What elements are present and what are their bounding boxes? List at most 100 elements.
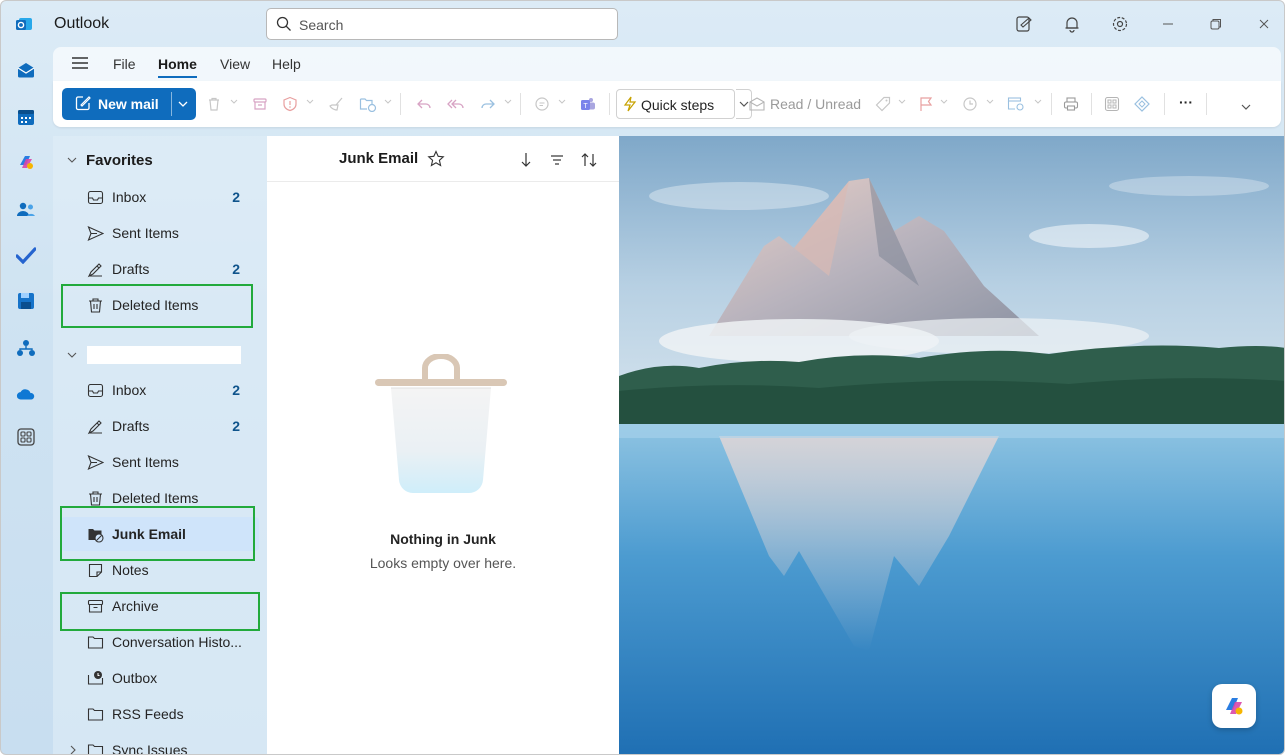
folder-pane: Favorites Inbox 2 Sent Items Drafts 2 De… [53,136,267,754]
chevron-down-icon[interactable] [940,98,948,106]
teams-icon[interactable]: T [578,94,598,114]
svg-text:T: T [583,103,588,110]
hamburger-menu-icon[interactable] [71,56,89,70]
onedrive-app-icon[interactable] [16,384,36,404]
drafts-icon [87,263,102,278]
rules-icon[interactable] [1006,94,1026,114]
new-mail-label: New mail [98,96,159,112]
mail-app-icon[interactable] [16,60,36,80]
folder-rss-feeds[interactable]: RSS Feeds [61,697,259,731]
folder-icon [87,708,104,721]
tab-file[interactable]: File [113,56,136,72]
reply-all-icon[interactable] [446,94,466,114]
close-icon[interactable] [1253,13,1275,35]
folder-outbox[interactable]: Outbox [61,661,259,695]
read-unread-button[interactable]: Read / Unread [770,96,861,112]
archive-icon[interactable] [250,94,270,114]
quick-steps-label: Quick steps [641,97,715,113]
print-icon[interactable] [1061,94,1081,114]
reply-icon[interactable] [414,94,434,114]
empty-state-subtitle: Looks empty over here. [369,555,517,571]
apps-grid-icon[interactable] [1102,94,1122,114]
chevron-down-icon [67,157,77,163]
search-input[interactable]: Search [299,17,343,33]
chevron-down-icon[interactable] [986,98,994,106]
send-icon [87,454,104,471]
move-to-folder-icon[interactable] [358,94,378,114]
copilot-app-icon[interactable] [16,152,36,172]
favorite-sent-items[interactable]: Sent Items [61,216,259,250]
sort-direction-icon[interactable] [515,150,535,170]
folder-drafts[interactable]: Drafts 2 [61,409,259,443]
loop-icon[interactable] [1132,94,1152,114]
tab-view[interactable]: View [220,56,250,72]
outlook-window: Outlook Search File Home View Help New m… [0,0,1285,755]
save-app-icon[interactable] [16,291,36,311]
sweep-icon[interactable] [326,94,346,114]
ribbon-tabs: File Home View Help [53,47,1281,81]
folder-conversation-history[interactable]: Conversation Histo... [61,625,259,659]
lightning-icon [623,96,637,112]
chevron-down-icon[interactable] [230,98,238,106]
chevron-down-icon[interactable] [306,98,314,106]
chevron-down-icon [739,101,748,107]
tab-home[interactable]: Home [158,56,197,78]
chevron-right-icon [70,745,76,754]
message-list-header: Junk Email [267,136,619,182]
todo-app-icon[interactable] [16,245,36,265]
folder-sync-issues[interactable]: Sync Issues [61,733,259,754]
folder-sent-items[interactable]: Sent Items [61,445,259,479]
favorite-drafts[interactable]: Drafts 2 [61,252,259,286]
more-options-button[interactable]: ··· [1176,92,1196,112]
org-explorer-icon[interactable] [16,338,36,358]
more-apps-icon[interactable] [16,427,36,447]
filter-icon[interactable] [547,150,567,170]
delete-icon[interactable] [204,94,224,114]
calendar-app-icon[interactable] [16,107,36,127]
report-icon[interactable] [280,94,300,114]
chevron-down-icon[interactable] [898,98,906,106]
inbox-icon [87,190,104,205]
highlight-box [61,284,253,328]
chevron-down-icon[interactable] [1034,98,1042,106]
trash-icon [89,491,102,506]
gear-icon[interactable] [1109,13,1131,35]
folder-inbox[interactable]: Inbox 2 [61,373,259,407]
new-mail-button[interactable]: New mail [62,88,196,120]
folder-notes[interactable]: Notes [61,553,259,587]
expand-ribbon-icon[interactable] [1241,103,1251,111]
send-icon [87,225,104,242]
chevron-down-icon[interactable] [558,98,566,106]
forward-icon[interactable] [478,94,498,114]
compose-icon [75,96,91,111]
restore-icon[interactable] [1205,13,1227,35]
copilot-icon [1226,698,1243,715]
account-header[interactable] [67,344,247,366]
favorite-inbox[interactable]: Inbox 2 [61,180,259,214]
drafts-icon [87,420,102,435]
notes-compose-icon[interactable] [1013,13,1035,35]
message-list: Junk Email Nothing in Junk Looks empty o… [267,136,619,754]
chevron-down-icon[interactable] [178,96,188,112]
tab-help[interactable]: Help [272,56,301,72]
star-favorite-icon[interactable] [426,149,446,169]
search-box[interactable]: Search [266,8,618,40]
chat-icon[interactable] [532,94,552,114]
snooze-clock-icon[interactable] [960,94,980,114]
minimize-icon[interactable] [1157,13,1179,35]
chevron-down-icon[interactable] [384,98,392,106]
chevron-down-icon [67,352,77,358]
chevron-down-icon[interactable] [504,98,512,106]
folder-title: Junk Email [339,150,419,167]
tag-icon[interactable] [873,94,893,114]
sort-icon[interactable] [579,150,599,170]
quick-steps-button[interactable]: Quick steps [616,89,735,119]
outlook-logo-icon [16,18,32,30]
empty-state-title: Nothing in Junk [390,531,496,547]
copilot-button[interactable] [1212,684,1256,728]
flag-icon[interactable] [916,94,936,114]
bell-icon[interactable] [1061,13,1083,35]
account-name [87,346,241,364]
people-app-icon[interactable] [16,199,36,219]
unread-count: 2 [232,261,240,277]
